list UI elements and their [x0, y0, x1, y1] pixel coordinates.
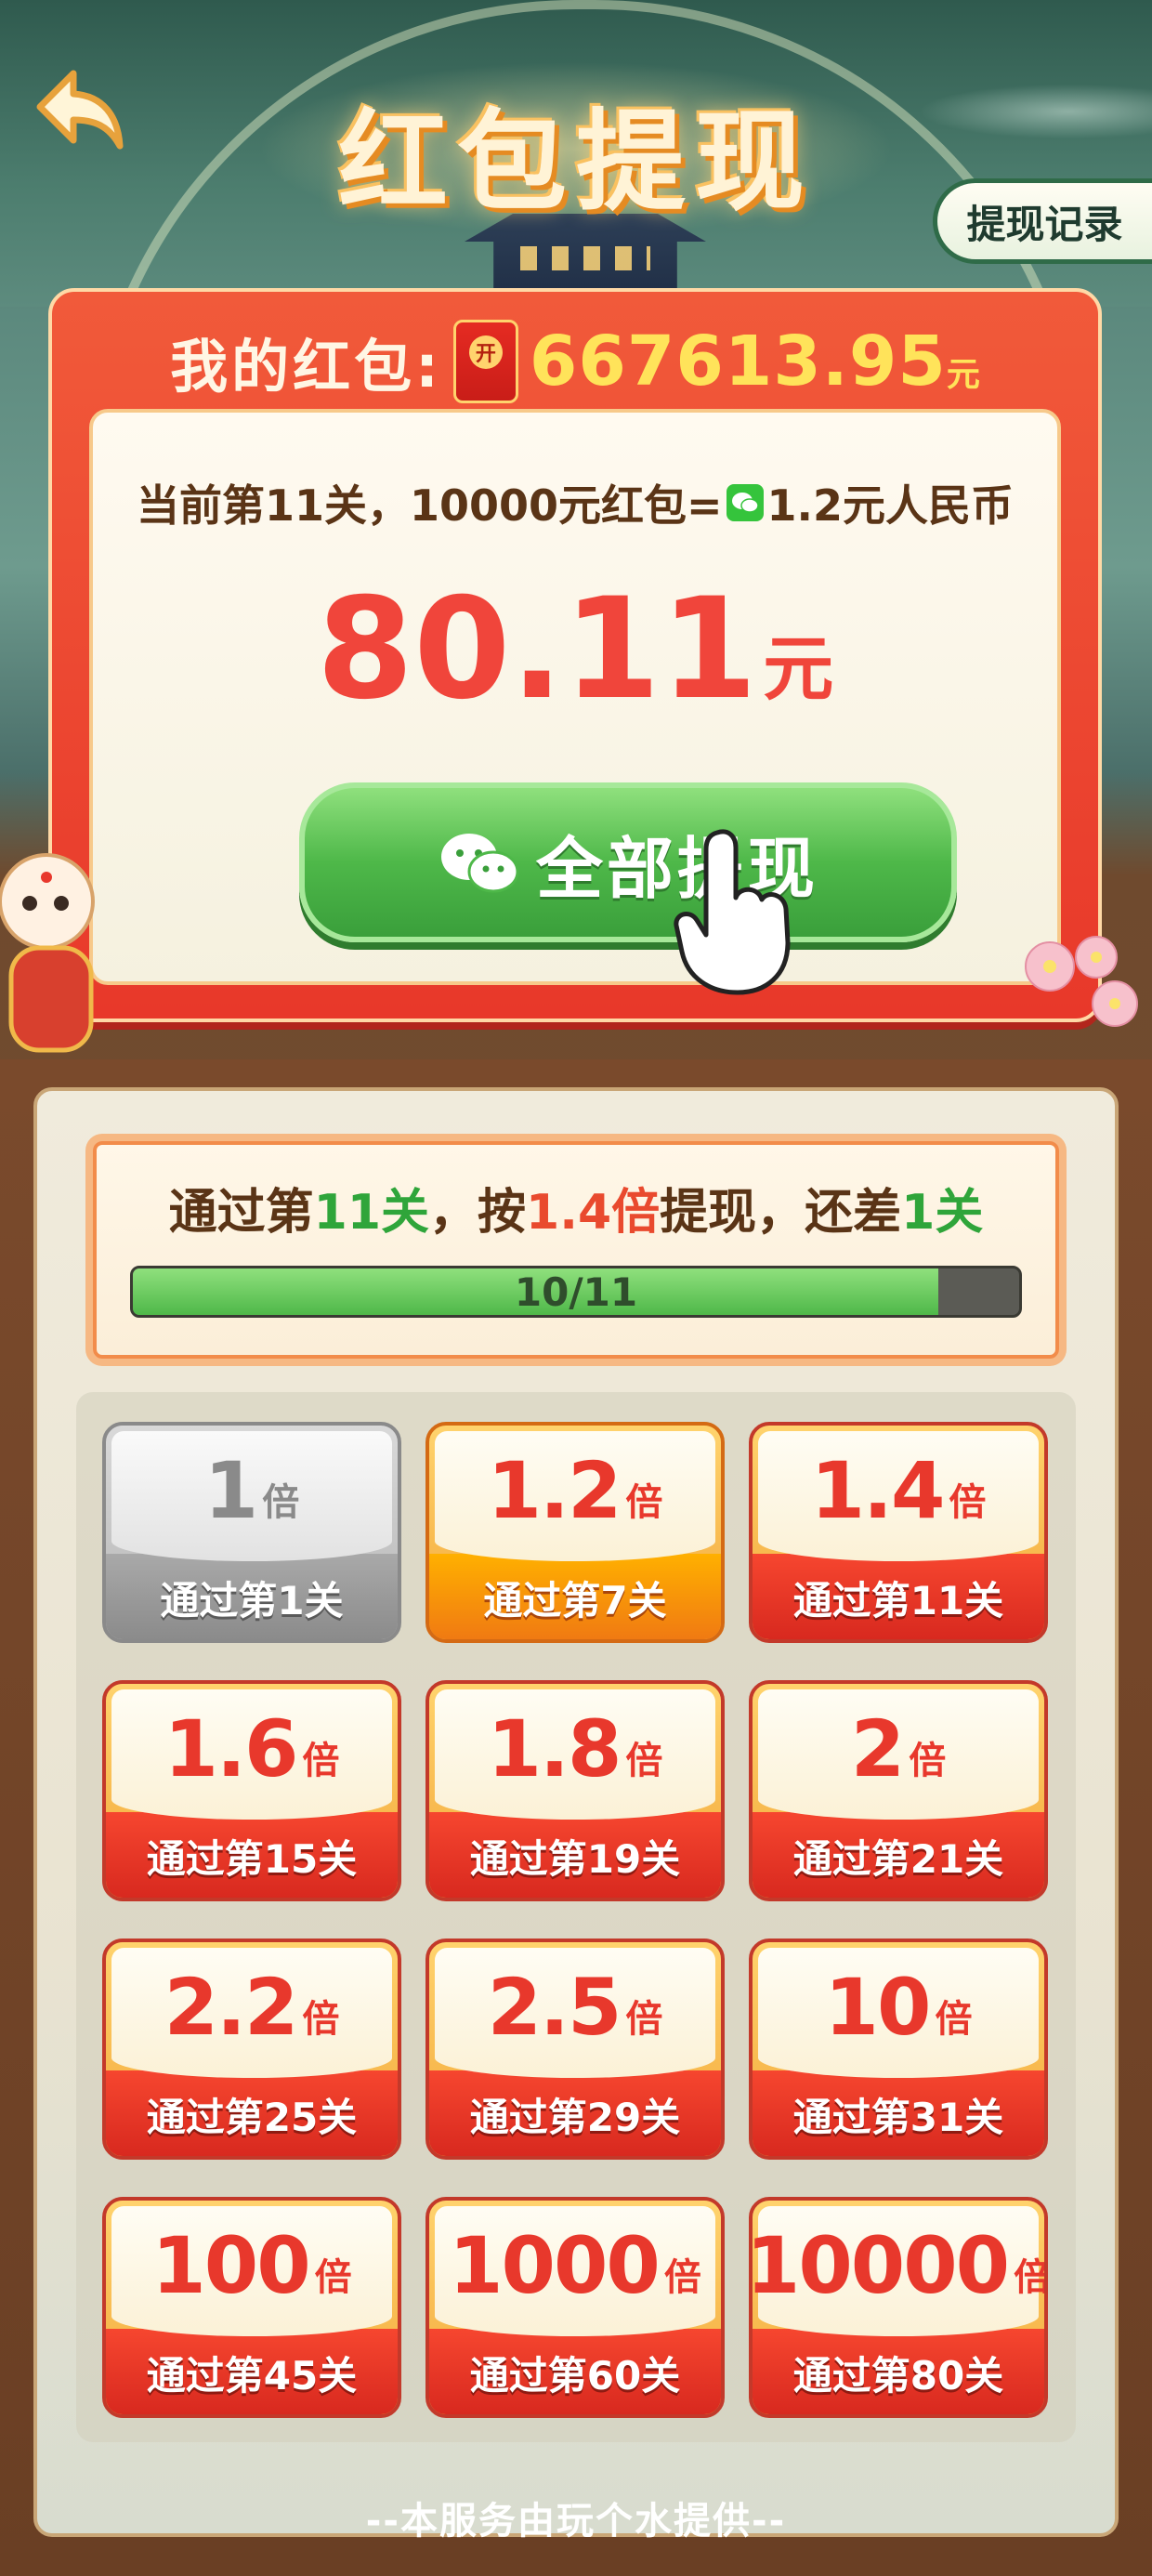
withdraw-panel: 当前第11关，10000元红包= 1.2元人民币 80.11 元 全部提现	[89, 409, 1061, 995]
tier-multiplier-value: 1000	[449, 2220, 661, 2311]
wallet-balance: 667613.95	[529, 322, 947, 401]
tier-multiplier: 1000 倍	[429, 2227, 721, 2305]
tier-condition: 通过第1关	[160, 1578, 344, 1623]
multiplier-tier-card[interactable]: 1.4 倍通过第11关	[749, 1422, 1048, 1643]
tier-condition: 通过第31关	[792, 2095, 1004, 2140]
exchange-rate-suffix: 1.2元人民币	[766, 480, 1015, 531]
tier-multiplier-unit: 倍	[625, 1481, 663, 1524]
tier-multiplier-unit: 倍	[302, 1998, 340, 2041]
multiplier-tier-card[interactable]: 2.5 倍通过第29关	[425, 1939, 725, 2160]
wechat-icon	[726, 484, 764, 521]
wallet-balance-unit: 元	[946, 356, 980, 394]
mascot-character	[0, 853, 95, 1053]
tier-multiplier-unit: 倍	[314, 2256, 352, 2299]
tier-condition: 通过第60关	[469, 2353, 681, 2399]
tier-multiplier-unit: 倍	[625, 1998, 663, 2041]
tier-multiplier-value: 10000	[749, 2220, 1010, 2311]
footer-credit: --本服务由玩个水提供--	[365, 2500, 787, 2543]
multiplier-tier-card[interactable]: 1000 倍通过第60关	[425, 2197, 725, 2418]
tier-condition: 通过第29关	[469, 2095, 681, 2140]
tier-multiplier-value: 100	[151, 2220, 310, 2311]
multiplier-tier-card[interactable]: 2.2 倍通过第25关	[102, 1939, 401, 2160]
tier-condition: 通过第19关	[469, 1836, 681, 1882]
page-title: 红包提现	[337, 98, 814, 226]
withdrawable-amount: 80.11 元	[93, 580, 1057, 719]
multiplier-tier-card[interactable]: 1.2 倍通过第7关	[425, 1422, 725, 1643]
progress-remaining-levels: 1关	[901, 1185, 984, 1241]
tier-multiplier: 2倍	[753, 1710, 1044, 1788]
multiplier-tier-card[interactable]: 100 倍通过第45关	[102, 2197, 401, 2418]
withdrawable-amount-unit: 元	[763, 627, 834, 710]
progress-target-level: 11关	[313, 1185, 430, 1241]
tier-multiplier-unit: 倍	[909, 1740, 947, 1782]
header: 红包提现 提现记录	[0, 0, 1152, 669]
multiplier-tier-card[interactable]: 1.6 倍通过第15关	[102, 1680, 401, 1901]
tier-multiplier-unit: 倍	[935, 1998, 973, 2041]
wallet-label: 我的红包:	[170, 333, 442, 401]
red-packet-icon	[452, 320, 518, 403]
tier-condition: 通过第15关	[146, 1836, 358, 1882]
withdrawable-amount-value: 80.11	[316, 569, 758, 730]
progress-bar-label: 10/11	[514, 1268, 638, 1315]
tier-multiplier-unit: 倍	[262, 1481, 300, 1524]
tier-multiplier: 1.8 倍	[429, 1710, 721, 1788]
progress-text-2: ，按	[429, 1185, 527, 1241]
flower-decoration	[1025, 936, 1138, 1027]
pointing-hand-icon	[674, 829, 791, 995]
tier-condition: 通过第25关	[146, 2095, 358, 2140]
tier-condition: 通过第7关	[483, 1578, 667, 1623]
progress-message: 通过第11关，按1.4倍提现，还差1关	[97, 1173, 1055, 1242]
tier-multiplier: 1倍	[106, 1452, 398, 1530]
progress-bar: 10/11	[130, 1266, 1022, 1318]
tier-multiplier-value: 2.5	[487, 1962, 622, 2053]
progress-target-multiplier: 1.4倍	[526, 1185, 661, 1241]
tier-multiplier: 1.2 倍	[429, 1452, 721, 1530]
multiplier-tier-card[interactable]: 10 倍通过第31关	[749, 1939, 1048, 2160]
progress-text-1: 通过第	[168, 1185, 314, 1241]
wechat-icon	[440, 834, 519, 893]
tier-multiplier: 10000 倍	[753, 2227, 1044, 2305]
withdraw-history-button[interactable]: 提现记录	[933, 178, 1152, 264]
tier-multiplier: 10 倍	[753, 1968, 1044, 2046]
back-button[interactable]	[24, 56, 136, 167]
multiplier-tier-card[interactable]: 1.8 倍通过第19关	[425, 1680, 725, 1901]
withdraw-all-button[interactable]: 全部提现	[299, 782, 957, 942]
tier-condition: 通过第21关	[792, 1836, 1004, 1882]
progress-text-3: 提现，还差	[660, 1185, 902, 1241]
multiplier-tier-card[interactable]: 10000 倍通过第80关	[749, 2197, 1048, 2418]
exchange-rate-info: 当前第11关，10000元红包= 1.2元人民币	[93, 472, 1057, 533]
tier-multiplier: 2.2 倍	[106, 1968, 398, 2046]
tier-multiplier: 2.5 倍	[429, 1968, 721, 2046]
exchange-rate-prefix: 当前第11关，10000元红包=	[136, 480, 723, 531]
tier-multiplier-value: 1.2	[487, 1445, 622, 1536]
tier-multiplier-value: 1	[203, 1445, 258, 1536]
tier-multiplier-value: 2	[850, 1703, 905, 1794]
tier-multiplier-unit: 倍	[302, 1740, 340, 1782]
tier-multiplier-unit: 倍	[625, 1740, 663, 1782]
tier-multiplier-value: 1.4	[810, 1445, 946, 1536]
tier-multiplier-value: 2.2	[164, 1962, 299, 2053]
tier-multiplier-unit: 倍	[663, 2256, 701, 2299]
tier-multiplier-unit: 倍	[949, 1481, 987, 1524]
pagoda-lights	[520, 246, 650, 270]
progress-panel: 通过第11关，按1.4倍提现，还差1关 10/11	[93, 1141, 1059, 1359]
multiplier-tier-card[interactable]: 2 倍通过第21关	[749, 1680, 1048, 1901]
tier-condition: 通过第45关	[146, 2353, 358, 2399]
tier-condition: 通过第80关	[792, 2353, 1004, 2399]
tier-multiplier: 100 倍	[106, 2227, 398, 2305]
multiplier-tier-card[interactable]: 1 倍通过第1关	[102, 1422, 401, 1643]
wallet-card: 我的红包: 667613.95 元 当前第11关，10000元红包= 1.2元人…	[48, 288, 1102, 1022]
tier-multiplier: 1.4 倍	[753, 1452, 1044, 1530]
tier-multiplier-unit: 倍	[1014, 2256, 1048, 2299]
multiplier-tiers-grid: 1 倍通过第1关 1.2 倍通过第7关 1.4 倍通过第11关 1.6 倍通过第15关 1.8 倍…	[76, 1392, 1076, 2442]
tier-multiplier: 1.6 倍	[106, 1710, 398, 1788]
tier-multiplier-value: 1.8	[487, 1703, 622, 1794]
tier-multiplier-value: 1.6	[164, 1703, 299, 1794]
tier-condition: 通过第11关	[792, 1578, 1004, 1623]
back-arrow-icon	[36, 70, 124, 150]
tier-multiplier-value: 10	[824, 1962, 932, 2053]
